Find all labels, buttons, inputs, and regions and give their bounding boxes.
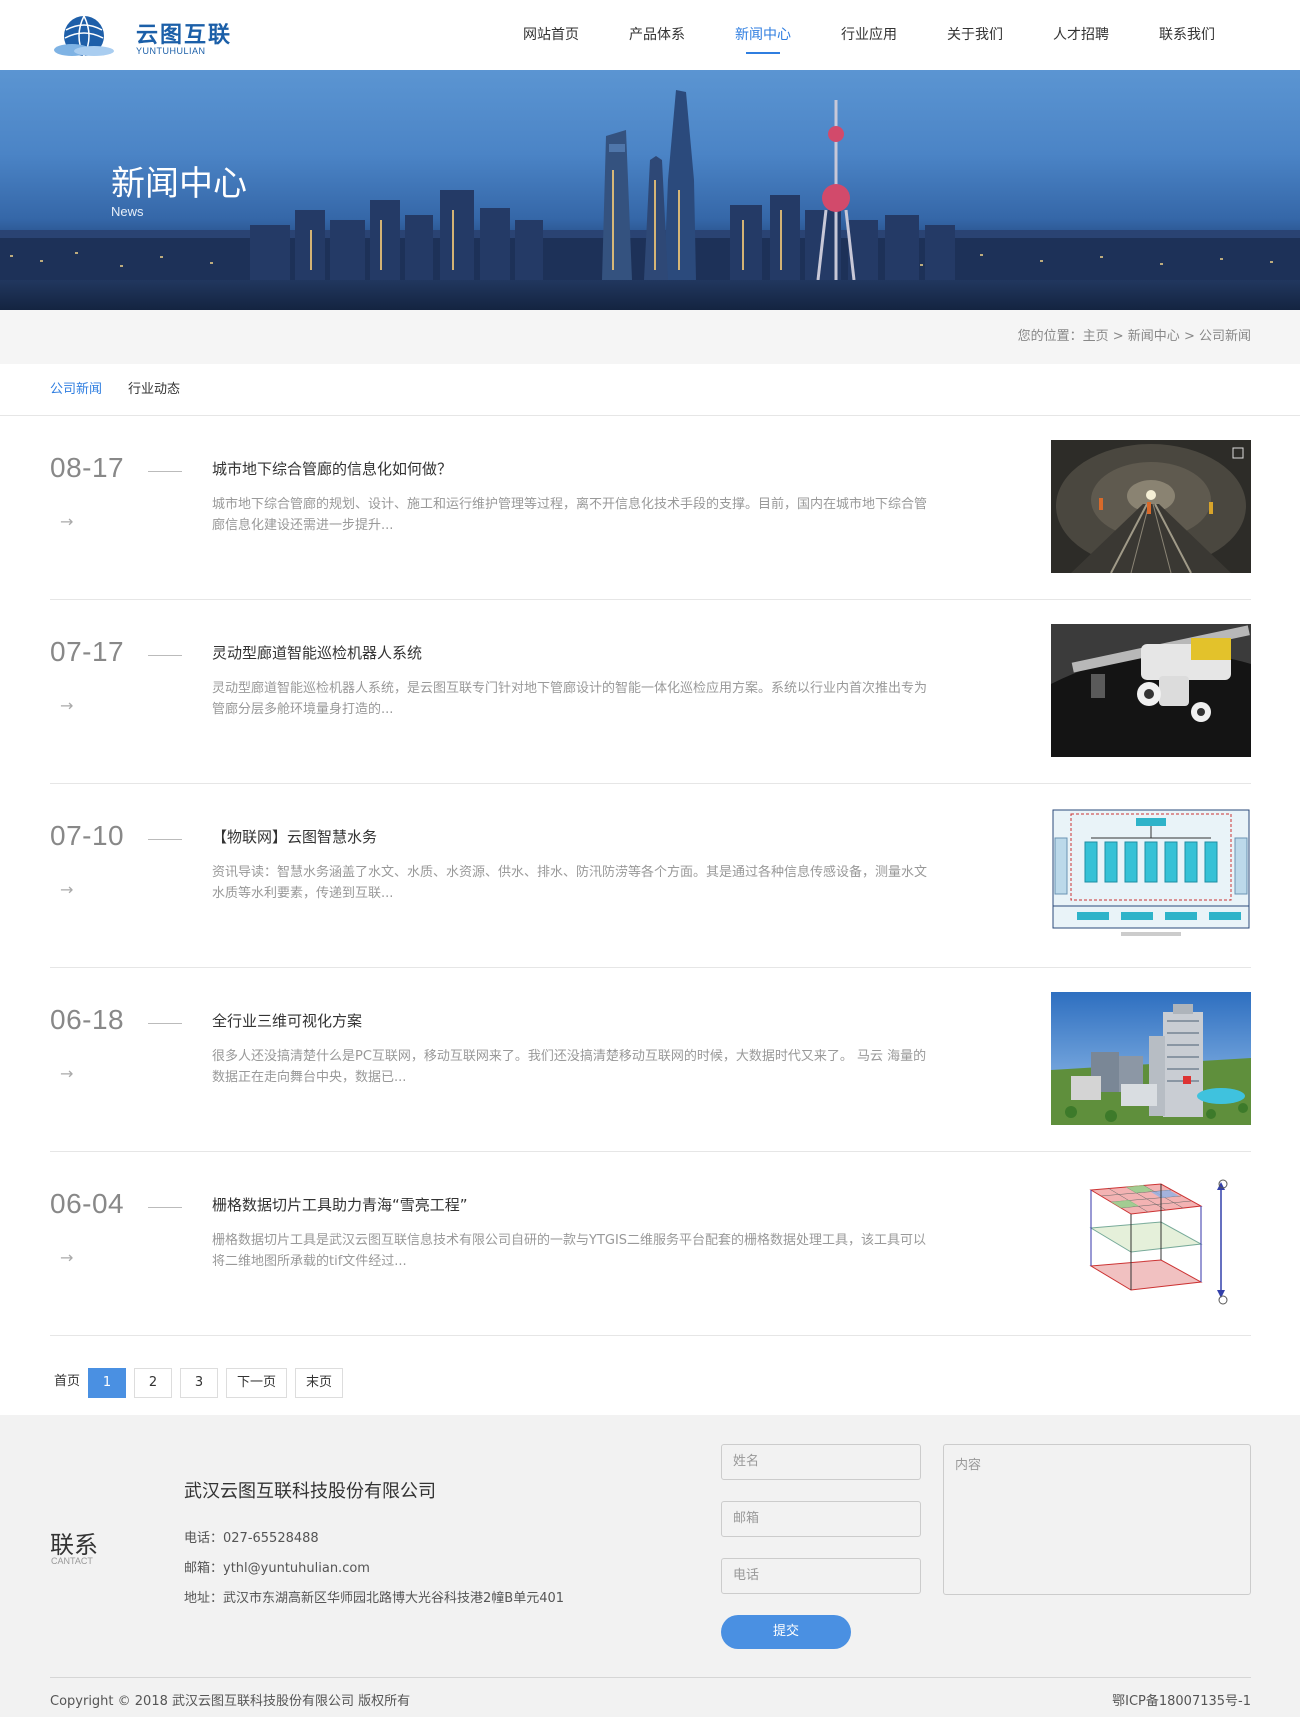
news-date: 06-04 bbox=[50, 1188, 125, 1219]
3d-city-image[interactable] bbox=[1051, 992, 1251, 1125]
copyright: Copyright © 2018 武汉云图互联科技股份有限公司 版权所有 bbox=[50, 1694, 411, 1709]
breadcrumb-company-news[interactable]: 公司新闻 bbox=[1199, 329, 1251, 344]
news-date: 06-18 bbox=[50, 1004, 125, 1035]
globe-logo-icon bbox=[54, 15, 114, 56]
breadcrumb-separator: > bbox=[1108, 329, 1128, 344]
tab-company-news[interactable]: 公司新闻 bbox=[50, 364, 102, 416]
contact-heading: 联系 bbox=[50, 1531, 98, 1559]
page-next[interactable]: 下一页 bbox=[226, 1368, 288, 1398]
divider bbox=[148, 655, 182, 656]
breadcrumb: 您的位置：主页 > 新闻中心 > 公司新闻 bbox=[1018, 310, 1251, 364]
news-summary: 灵动型廊道智能巡检机器人系统，是云图互联专门针对地下管廊设计的智能一体化巡检应用… bbox=[212, 681, 928, 717]
divider bbox=[148, 839, 182, 840]
breadcrumb-bar: 您的位置：主页 > 新闻中心 > 公司新闻 bbox=[0, 310, 1300, 364]
company-name: 武汉云图互联科技股份有限公司 bbox=[184, 1481, 436, 1502]
logo-subtext: YUNTUHULIAN bbox=[136, 46, 206, 56]
nav-industry[interactable]: 行业应用 bbox=[816, 0, 922, 70]
page-first[interactable]: 首页 bbox=[50, 1368, 85, 1398]
nav-contact[interactable]: 联系我们 bbox=[1134, 0, 1240, 70]
diagram-image[interactable] bbox=[1051, 808, 1251, 941]
news-summary: 很多人还没搞清楚什么是PC互联网，移动互联网来了。我们还没搞清楚移动互联网的时候… bbox=[212, 1049, 927, 1085]
news-title[interactable]: 栅格数据切片工具助力青海“雪亮工程” bbox=[212, 1194, 468, 1215]
arrow-right-icon[interactable]: → bbox=[60, 512, 73, 531]
pagination: 首页 1 2 3 下一页 末页 bbox=[50, 1368, 351, 1398]
site-header: 云图互联 YUNTUHULIAN 网站首页 产品体系 新闻中心 行业应用 关于我… bbox=[0, 0, 1300, 70]
page-1[interactable]: 1 bbox=[88, 1368, 127, 1398]
breadcrumb-separator: > bbox=[1179, 329, 1199, 344]
breadcrumb-home[interactable]: 主页 bbox=[1083, 329, 1109, 344]
news-date: 07-17 bbox=[50, 636, 125, 667]
news-category-tabs: 公司新闻 行业动态 bbox=[0, 364, 1300, 416]
logo-text: 云图互联 bbox=[136, 23, 233, 48]
news-summary: 城市地下综合管廊的规划、设计、施工和运行维护管理等过程，离不开信息化技术手段的支… bbox=[212, 497, 928, 533]
banner-title: 新闻中心 bbox=[111, 164, 247, 204]
page-3[interactable]: 3 bbox=[180, 1368, 219, 1398]
news-title[interactable]: 【物联网】云图智慧水务 bbox=[212, 826, 377, 847]
news-summary: 栅格数据切片工具是武汉云图互联信息技术有限公司自研的一款与YTGIS二维服务平台… bbox=[212, 1233, 927, 1269]
address-info: 地址：武汉市东湖高新区华师园北路博大光谷科技港2幢B单元401 bbox=[184, 1591, 565, 1606]
news-title[interactable]: 全行业三维可视化方案 bbox=[212, 1010, 362, 1031]
banner-subtitle: News bbox=[111, 204, 144, 219]
divider bbox=[148, 1023, 182, 1024]
email-field[interactable]: 邮箱 bbox=[721, 1501, 921, 1537]
nav-news[interactable]: 新闻中心 bbox=[710, 0, 816, 70]
page-last[interactable]: 末页 bbox=[295, 1368, 344, 1398]
content-textarea[interactable]: 内容 bbox=[943, 1444, 1251, 1595]
raster-tiles-image[interactable] bbox=[1051, 1176, 1251, 1309]
news-title[interactable]: 灵动型廊道智能巡检机器人系统 bbox=[212, 642, 422, 663]
news-item[interactable]: 06-04 → 栅格数据切片工具助力青海“雪亮工程” 栅格数据切片工具是武汉云图… bbox=[50, 1152, 1251, 1336]
phone-field[interactable]: 电话 bbox=[721, 1558, 921, 1594]
nav-careers[interactable]: 人才招聘 bbox=[1028, 0, 1134, 70]
news-title[interactable]: 城市地下综合管廊的信息化如何做？ bbox=[212, 458, 452, 479]
robot-photo[interactable] bbox=[1051, 624, 1251, 757]
icp-number[interactable]: 鄂ICP备18007135号-1 bbox=[1112, 1690, 1251, 1709]
news-item[interactable]: 06-18 → 全行业三维可视化方案 很多人还没搞清楚什么是PC互联网，移动互联… bbox=[50, 968, 1251, 1152]
phone-info: 电话：027-65528488 bbox=[184, 1531, 319, 1546]
page-2[interactable]: 2 bbox=[134, 1368, 173, 1398]
arrow-right-icon[interactable]: → bbox=[60, 1248, 73, 1267]
banner: 新闻中心 News bbox=[0, 70, 1300, 310]
name-field[interactable]: 姓名 bbox=[721, 1444, 921, 1480]
nav-home[interactable]: 网站首页 bbox=[498, 0, 604, 70]
news-summary: 资讯导读：智慧水务涵盖了水文、水质、水资源、供水、排水、防汛防涝等各个方面。其是… bbox=[212, 865, 928, 901]
tunnel-photo[interactable] bbox=[1051, 440, 1251, 573]
divider bbox=[148, 471, 182, 472]
site-footer: 联系 CANTACT 武汉云图互联科技股份有限公司 电话：027-6552848… bbox=[0, 1415, 1300, 1717]
nav-products[interactable]: 产品体系 bbox=[604, 0, 710, 70]
arrow-right-icon[interactable]: → bbox=[60, 1064, 73, 1083]
logo[interactable]: 云图互联 YUNTUHULIAN bbox=[52, 10, 232, 60]
nav-about[interactable]: 关于我们 bbox=[922, 0, 1028, 70]
arrow-right-icon[interactable]: → bbox=[60, 696, 73, 715]
breadcrumb-news-center[interactable]: 新闻中心 bbox=[1128, 329, 1180, 344]
submit-button[interactable]: 提交 bbox=[721, 1615, 851, 1649]
divider bbox=[50, 1677, 1251, 1678]
breadcrumb-prefix: 您的位置： bbox=[1017, 329, 1083, 344]
news-date: 07-10 bbox=[50, 820, 125, 851]
contact-subheading: CANTACT bbox=[51, 1556, 93, 1566]
email-info: 邮箱：ythl@yuntuhulian.com bbox=[184, 1561, 370, 1576]
main-nav: 网站首页 产品体系 新闻中心 行业应用 关于我们 人才招聘 联系我们 bbox=[498, 0, 1240, 70]
arrow-right-icon[interactable]: → bbox=[60, 880, 73, 899]
tab-industry-news[interactable]: 行业动态 bbox=[128, 364, 180, 416]
news-date: 08-17 bbox=[50, 452, 125, 483]
news-item[interactable]: 08-17 → 城市地下综合管廊的信息化如何做？ 城市地下综合管廊的规划、设计、… bbox=[50, 416, 1251, 600]
divider bbox=[148, 1207, 182, 1208]
news-item[interactable]: 07-10 → 【物联网】云图智慧水务 资讯导读：智慧水务涵盖了水文、水质、水资… bbox=[50, 784, 1251, 968]
news-item[interactable]: 07-17 → 灵动型廊道智能巡检机器人系统 灵动型廊道智能巡检机器人系统，是云… bbox=[50, 600, 1251, 784]
